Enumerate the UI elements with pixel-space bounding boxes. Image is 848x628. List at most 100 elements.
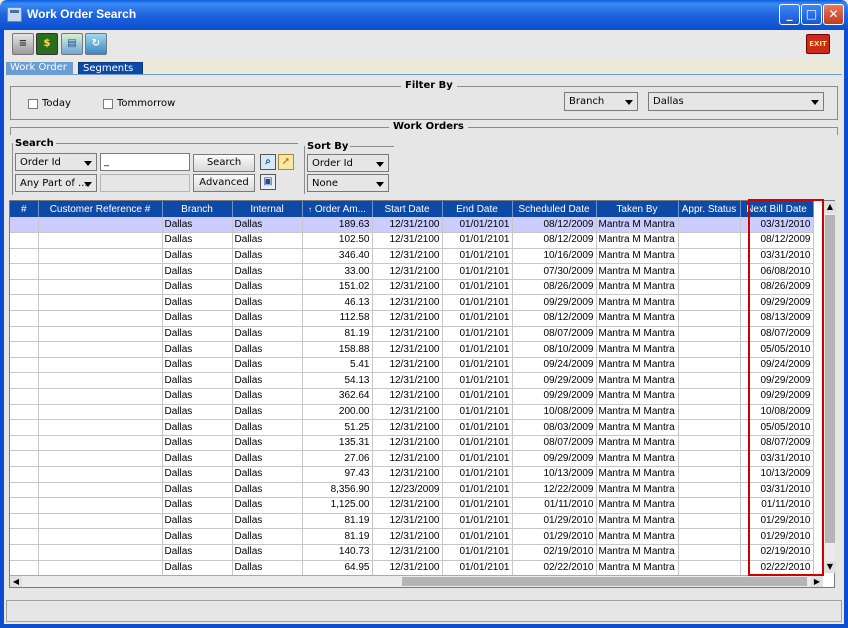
table-cell[interactable]: Dallas <box>232 482 303 499</box>
table-cell[interactable] <box>678 450 741 467</box>
table-row[interactable]: Dallas Dallas 46.13 12/31/2100 01/01/2101 09/… <box>10 294 814 312</box>
table-cell[interactable]: 01/01/2101 <box>442 357 513 374</box>
table-cell[interactable]: 12/31/2100 <box>372 513 443 530</box>
close-button[interactable]: ✕ <box>823 4 844 25</box>
table-cell[interactable]: Dallas <box>232 513 303 530</box>
table-cell[interactable] <box>678 294 741 312</box>
table-cell[interactable]: 01/01/2101 <box>442 388 513 405</box>
table-cell[interactable]: 01/01/2101 <box>442 560 513 577</box>
table-cell[interactable]: Dallas <box>162 544 233 561</box>
table-cell[interactable]: Dallas <box>162 294 233 312</box>
table-cell[interactable] <box>38 466 163 483</box>
table-cell[interactable]: 01/01/2101 <box>442 450 513 467</box>
column-header-order-amount[interactable]: ↑ Order Am... <box>302 201 373 217</box>
table-cell[interactable]: 10/13/2009 <box>740 466 814 483</box>
table-cell[interactable] <box>10 357 39 374</box>
table-cell[interactable]: Mantra M Mantra <box>596 388 679 405</box>
table-cell[interactable]: 01/01/2101 <box>442 435 513 452</box>
table-cell[interactable]: 12/31/2100 <box>372 294 443 312</box>
table-cell[interactable] <box>38 528 163 545</box>
scroll-left-icon[interactable]: ◀ <box>10 576 22 587</box>
table-cell[interactable]: 03/31/2010 <box>740 450 814 467</box>
table-cell[interactable]: 01/01/2101 <box>442 263 513 280</box>
scroll-down-icon[interactable]: ▼ <box>824 561 836 573</box>
table-cell[interactable]: 140.73 <box>302 544 373 561</box>
table-cell[interactable]: Dallas <box>162 263 233 280</box>
column-header-internal[interactable]: Internal <box>232 201 303 217</box>
table-cell[interactable] <box>10 294 39 312</box>
table-cell[interactable]: 09/29/2009 <box>512 372 597 390</box>
table-cell[interactable] <box>38 357 163 374</box>
table-cell[interactable]: 27.06 <box>302 450 373 467</box>
table-cell[interactable] <box>38 419 163 436</box>
table-cell[interactable]: 12/31/2100 <box>372 341 443 358</box>
table-cell[interactable] <box>10 419 39 436</box>
table-cell[interactable]: Dallas <box>162 435 233 452</box>
table-cell[interactable]: Mantra M Mantra <box>596 560 679 577</box>
table-row[interactable]: Dallas Dallas 97.43 12/31/2100 01/01/2101 10/… <box>10 466 814 483</box>
match-type-dropdown[interactable]: Any Part of ... <box>15 174 97 192</box>
table-cell[interactable]: 03/31/2010 <box>740 482 814 499</box>
sort-primary-dropdown[interactable]: Order Id <box>307 154 389 172</box>
table-cell[interactable]: 09/24/2009 <box>740 357 814 374</box>
table-cell[interactable] <box>678 310 741 327</box>
table-cell[interactable]: 12/31/2100 <box>372 388 443 405</box>
table-cell[interactable] <box>678 482 741 499</box>
advanced-button[interactable]: Advanced <box>193 174 255 192</box>
table-cell[interactable]: 8,356.90 <box>302 482 373 499</box>
table-cell[interactable]: Dallas <box>232 217 303 234</box>
column-header-end-date[interactable]: End Date <box>442 201 513 217</box>
table-cell[interactable]: 1,125.00 <box>302 497 373 514</box>
table-cell[interactable]: Dallas <box>232 263 303 280</box>
table-cell[interactable]: Dallas <box>232 294 303 312</box>
table-cell[interactable]: 01/29/2010 <box>740 528 814 545</box>
table-cell[interactable] <box>678 263 741 280</box>
table-cell[interactable] <box>10 482 39 499</box>
table-cell[interactable]: Mantra M Mantra <box>596 404 679 421</box>
table-cell[interactable]: 01/01/2101 <box>442 466 513 483</box>
table-row[interactable]: Dallas Dallas 102.50 12/31/2100 01/01/2101 08… <box>10 232 814 249</box>
horizontal-scroll-thumb[interactable] <box>402 577 807 586</box>
table-row[interactable]: Dallas Dallas 54.13 12/31/2100 01/01/2101 09/… <box>10 372 814 390</box>
pay-icon[interactable]: $ <box>36 33 58 55</box>
table-cell[interactable]: Dallas <box>232 372 303 390</box>
table-cell[interactable]: 01/11/2010 <box>512 497 597 514</box>
table-cell[interactable] <box>38 326 163 343</box>
table-cell[interactable]: Dallas <box>162 372 233 390</box>
table-cell[interactable]: 01/11/2010 <box>740 497 814 514</box>
table-cell[interactable]: Dallas <box>232 404 303 421</box>
table-cell[interactable] <box>38 372 163 390</box>
table-cell[interactable]: Mantra M Mantra <box>596 513 679 530</box>
table-cell[interactable]: 12/31/2100 <box>372 326 443 343</box>
minimize-button[interactable]: _ <box>779 4 800 25</box>
table-cell[interactable]: 151.02 <box>302 279 373 296</box>
table-cell[interactable]: 03/31/2010 <box>740 217 814 234</box>
table-cell[interactable]: 02/22/2010 <box>512 560 597 577</box>
table-cell[interactable]: 12/31/2100 <box>372 404 443 421</box>
table-cell[interactable]: Mantra M Mantra <box>596 435 679 452</box>
table-cell[interactable]: 10/08/2009 <box>512 404 597 421</box>
column-header-number[interactable]: # <box>10 201 39 217</box>
table-cell[interactable]: Dallas <box>232 326 303 343</box>
table-cell[interactable]: 08/12/2009 <box>512 310 597 327</box>
table-cell[interactable]: Dallas <box>162 388 233 405</box>
table-cell[interactable] <box>38 560 163 577</box>
table-cell[interactable]: 01/01/2101 <box>442 404 513 421</box>
table-cell[interactable]: 12/31/2100 <box>372 450 443 467</box>
table-cell[interactable] <box>678 466 741 483</box>
table-cell[interactable]: 06/08/2010 <box>740 263 814 280</box>
table-cell[interactable]: Dallas <box>162 528 233 545</box>
table-cell[interactable] <box>38 450 163 467</box>
table-cell[interactable] <box>38 217 163 234</box>
column-header-customer-ref[interactable]: Customer Reference # <box>38 201 163 217</box>
table-cell[interactable] <box>10 217 39 234</box>
table-cell[interactable]: Mantra M Mantra <box>596 419 679 436</box>
table-cell[interactable] <box>678 326 741 343</box>
table-cell[interactable]: 189.63 <box>302 217 373 234</box>
table-cell[interactable]: Dallas <box>162 466 233 483</box>
table-cell[interactable]: Dallas <box>162 232 233 249</box>
table-row[interactable]: Dallas Dallas 346.40 12/31/2100 01/01/2101 10… <box>10 248 814 265</box>
table-cell[interactable]: 12/31/2100 <box>372 528 443 545</box>
table-cell[interactable] <box>38 404 163 421</box>
table-cell[interactable]: 12/31/2100 <box>372 232 443 249</box>
